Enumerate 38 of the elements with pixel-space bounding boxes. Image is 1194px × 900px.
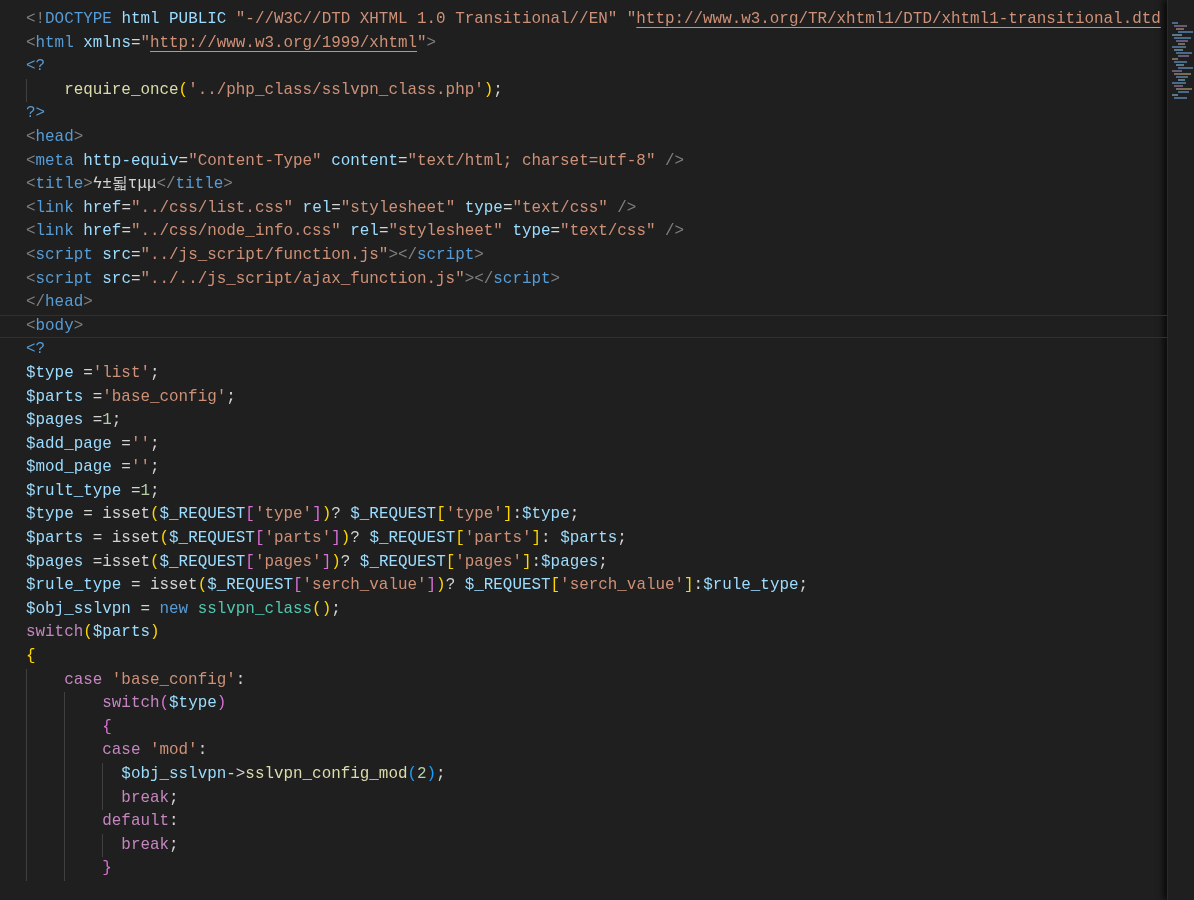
- code-line: $pages =isset($_REQUEST['pages'])? $_REQUEST['pages']:$pages;: [25, 551, 609, 573]
- code-line: <?: [25, 56, 47, 78]
- code-line: }: [0, 857, 1167, 881]
- code-line: case 'base_config':: [0, 668, 1167, 693]
- code-line: break;: [0, 833, 1167, 858]
- code-line: switch($type): [0, 692, 1167, 716]
- code-line: $mod_page ='';: [25, 457, 161, 479]
- code-line: <meta http-equiv="Content-Type" content="text/html; charset=utf-8" />: [25, 150, 686, 172]
- code-line: <script src="../../js_script/ajax_function.js"></script>: [25, 268, 562, 290]
- code-line: {: [0, 715, 1167, 740]
- code-line: <?: [25, 339, 47, 361]
- code-line: </head>: [25, 292, 94, 314]
- code-line: $type ='list';: [25, 362, 161, 384]
- code-line: $add_page ='';: [25, 433, 161, 455]
- code-line: $parts ='base_config';: [25, 386, 237, 408]
- code-line: default:: [0, 810, 1167, 834]
- code-line: $rule_type = isset($_REQUEST['serch_value'])? $_REQUEST['serch_value']:$rule_type;: [25, 575, 810, 597]
- code-line: <link href="../css/node_info.css" rel="stylesheet" type="text/css" />: [25, 221, 686, 243]
- code-line: $parts = isset($_REQUEST['parts'])? $_REQUEST['parts']: $parts;: [25, 528, 628, 550]
- code-line: break;: [0, 786, 1167, 811]
- code-line: <title>ϟ±됣τμμ</title>: [25, 174, 234, 196]
- code-line: switch($parts): [25, 622, 161, 644]
- code-line: require_once('../php_class/sslvpn_class.php');: [0, 78, 1167, 103]
- code-line: <body>: [0, 314, 1167, 339]
- code-line: ?>: [25, 103, 47, 125]
- code-line: $type = isset($_REQUEST['type'])? $_REQUEST['type']:$type;: [25, 504, 581, 526]
- code-line: <script src="../js_script/function.js"></script>: [25, 244, 485, 266]
- code-line: case 'mod':: [0, 739, 1167, 763]
- code-line: $pages =1;: [25, 410, 123, 432]
- code-line: <head>: [25, 126, 85, 148]
- code-line: $rult_type =1;: [25, 480, 161, 502]
- code-line: $obj_sslvpn->sslvpn_config_mod(2);: [0, 763, 1167, 787]
- code-line: $obj_sslvpn = new sslvpn_class();: [25, 598, 342, 620]
- code-line: <html xmlns="http://www.w3.org/1999/xhtml">: [25, 32, 438, 54]
- minimap-drawing[interactable]: [1172, 22, 1190, 102]
- code-line: <link href="../css/list.css" rel="stylesheet" type="text/css" />: [25, 197, 638, 219]
- code-line: {: [25, 646, 37, 668]
- code-line: <!DOCTYPE html PUBLIC "-//W3C//DTD XHTML 1.0 Transitional//EN" "http://www.w3.org/TR/xhtml1/DTD/xhtml1-transitional.dtd: [25, 9, 1162, 30]
